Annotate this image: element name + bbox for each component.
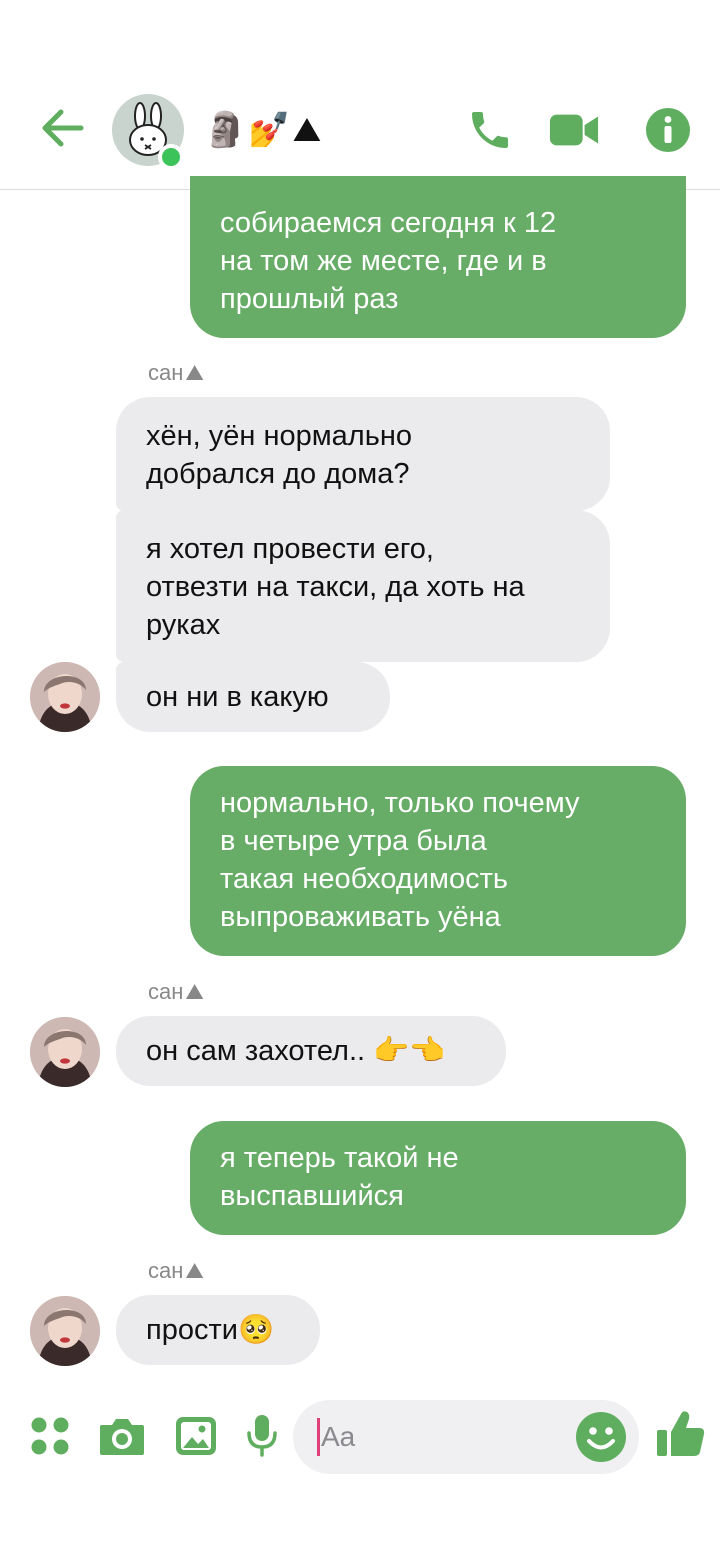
sender-emoji: ⛰ xyxy=(185,1258,204,1283)
text-cursor xyxy=(317,1418,320,1456)
sender-name: сан xyxy=(148,979,184,1004)
camera-icon[interactable] xyxy=(94,1408,150,1464)
info-icon[interactable] xyxy=(642,104,694,156)
message-line: он сам захотел.. 👉👈 xyxy=(146,1035,446,1067)
outgoing-message[interactable]: собираемся сегодня к 12 на том же месте,… xyxy=(190,176,686,338)
message-line: я хотел провести его, xyxy=(146,533,434,565)
message-line: хён, уён нормально xyxy=(146,420,412,452)
message-line: он ни в какую xyxy=(146,681,329,713)
message-line: руках xyxy=(146,609,221,641)
sender-label: сан ⛰ xyxy=(148,1258,204,1284)
gallery-icon[interactable] xyxy=(168,1408,224,1464)
incoming-message[interactable]: прости🥺 xyxy=(116,1295,320,1365)
outgoing-message[interactable]: нормально, только почему в четыре утра б… xyxy=(190,766,686,956)
thumbs-up-icon[interactable] xyxy=(652,1404,710,1464)
message-line: добрался до дома? xyxy=(146,458,410,490)
message-line: на том же месте, где и в xyxy=(220,245,547,277)
sender-avatar[interactable] xyxy=(30,1296,100,1366)
microphone-icon[interactable] xyxy=(234,1408,290,1464)
profile-photo xyxy=(30,1296,100,1366)
incoming-message[interactable]: он ни в какую xyxy=(116,662,390,732)
sender-label: сан ⛰ xyxy=(148,360,204,386)
apps-grid-icon[interactable] xyxy=(22,1408,78,1464)
message-input[interactable]: Aa xyxy=(293,1400,639,1474)
sender-label: сан ⛰ xyxy=(148,979,204,1005)
message-line: собираемся сегодня к 12 xyxy=(220,207,557,239)
incoming-message[interactable]: хён, уён нормально добрался до дома? xyxy=(116,397,610,511)
sender-name: сан xyxy=(148,1258,184,1283)
chat-header: 🗿💅⛰ xyxy=(0,0,720,190)
message-line: прошлый раз xyxy=(220,283,399,315)
sender-avatar[interactable] xyxy=(30,1017,100,1087)
message-line: нормально, только почему xyxy=(220,787,580,819)
profile-photo xyxy=(30,1017,100,1087)
message-input-placeholder: Aa xyxy=(321,1421,356,1452)
message-line: я теперь такой не xyxy=(220,1142,459,1174)
profile-photo xyxy=(30,662,100,732)
message-line: выспавшийся xyxy=(220,1180,404,1212)
message-line: в четыре утра была xyxy=(220,825,487,857)
incoming-message[interactable]: он сам захотел.. 👉👈 xyxy=(116,1016,506,1086)
sender-emoji: ⛰ xyxy=(185,979,204,1004)
incoming-message[interactable]: я хотел провести его, отвезти на такси, … xyxy=(116,510,610,662)
chat-title[interactable]: 🗿💅⛰ xyxy=(204,108,323,152)
sender-emoji: ⛰ xyxy=(185,360,204,385)
outgoing-message[interactable]: я теперь такой не выспавшийся xyxy=(190,1121,686,1235)
message-line: такая необходимость xyxy=(220,863,508,895)
sender-name: сан xyxy=(148,360,184,385)
message-line: выпроваживать уёна xyxy=(220,901,501,933)
phone-icon[interactable] xyxy=(464,104,516,156)
message-composer: Aa xyxy=(0,1390,720,1486)
emoji-icon[interactable] xyxy=(574,1410,628,1464)
video-camera-icon[interactable] xyxy=(548,104,600,156)
message-line: отвезти на такси, да хоть на xyxy=(146,571,525,603)
sender-avatar[interactable] xyxy=(30,662,100,732)
message-line: прости🥺 xyxy=(146,1314,275,1346)
online-status-dot xyxy=(158,144,184,170)
back-arrow-icon[interactable] xyxy=(34,100,90,156)
